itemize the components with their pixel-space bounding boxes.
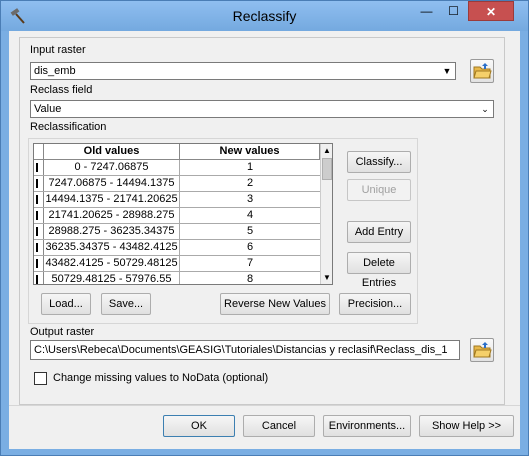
new-value-cell[interactable]: 2 bbox=[180, 176, 320, 191]
reclassify-dialog: Reclassify — ☐ ✕ Input raster dis_emb ▼ … bbox=[0, 0, 529, 456]
reclass-table[interactable]: Old values New values 0 - 7247.06875 1 7… bbox=[33, 143, 333, 285]
cancel-button[interactable]: Cancel bbox=[243, 415, 315, 437]
old-value-cell[interactable]: 36235.34375 - 43482.4125 bbox=[44, 240, 180, 255]
open-folder-icon bbox=[473, 63, 492, 79]
browse-output-button[interactable] bbox=[470, 338, 494, 362]
dialog-body: Input raster dis_emb ▼ Reclass field Val… bbox=[9, 31, 520, 449]
old-value-cell[interactable]: 28988.275 - 36235.34375 bbox=[44, 224, 180, 239]
classify-button[interactable]: Classify... bbox=[347, 151, 411, 173]
row-selector[interactable] bbox=[34, 176, 44, 191]
reclass-field-value: Value bbox=[34, 103, 62, 115]
nodata-checkbox[interactable] bbox=[34, 372, 47, 385]
table-row[interactable]: 36235.34375 - 43482.4125 6 bbox=[34, 240, 320, 256]
new-value-cell[interactable]: 3 bbox=[180, 192, 320, 207]
scroll-thumb[interactable] bbox=[322, 158, 332, 180]
old-value-cell[interactable]: 7247.06875 - 14494.1375 bbox=[44, 176, 180, 191]
input-raster-value: dis_emb bbox=[34, 65, 76, 77]
new-value-cell[interactable]: 5 bbox=[180, 224, 320, 239]
precision-button[interactable]: Precision... bbox=[339, 293, 411, 315]
open-folder-icon bbox=[473, 342, 492, 358]
row-selector[interactable] bbox=[34, 208, 44, 223]
reverse-new-values-button[interactable]: Reverse New Values bbox=[220, 293, 330, 315]
reclassification-label: Reclassification bbox=[30, 121, 107, 133]
show-help-button[interactable]: Show Help >> bbox=[419, 415, 514, 437]
row-header-corner bbox=[34, 144, 44, 160]
add-entry-button[interactable]: Add Entry bbox=[347, 221, 411, 243]
table-row[interactable]: 28988.275 - 36235.34375 5 bbox=[34, 224, 320, 240]
input-raster-combo[interactable]: dis_emb ▼ bbox=[30, 62, 456, 80]
maximize-button[interactable]: ☐ bbox=[440, 1, 467, 21]
old-value-cell[interactable]: 0 - 7247.06875 bbox=[44, 160, 180, 175]
table-row[interactable]: 21741.20625 - 28988.275 4 bbox=[34, 208, 320, 224]
row-selector[interactable] bbox=[34, 256, 44, 271]
scroll-down-icon[interactable]: ▼ bbox=[321, 271, 332, 284]
table-header: Old values New values bbox=[34, 144, 320, 160]
chevron-down-icon[interactable]: ⌄ bbox=[478, 102, 492, 116]
reclassification-group: Old values New values 0 - 7247.06875 1 7… bbox=[28, 138, 418, 324]
browse-input-button[interactable] bbox=[470, 59, 494, 83]
unique-button[interactable]: Unique bbox=[347, 179, 411, 201]
row-selector[interactable] bbox=[34, 224, 44, 239]
table-body: 0 - 7247.06875 1 7247.06875 - 14494.1375… bbox=[34, 160, 320, 284]
row-selector[interactable] bbox=[34, 240, 44, 255]
scroll-up-icon[interactable]: ▲ bbox=[321, 144, 332, 157]
new-value-cell[interactable]: 1 bbox=[180, 160, 320, 175]
table-scrollbar[interactable]: ▲ ▼ bbox=[320, 144, 332, 284]
reclass-field-combo[interactable]: Value ⌄ bbox=[30, 100, 494, 118]
output-raster-label: Output raster bbox=[30, 326, 95, 338]
table-row[interactable]: 14494.1375 - 21741.20625 3 bbox=[34, 192, 320, 208]
parameters-panel: Input raster dis_emb ▼ Reclass field Val… bbox=[19, 37, 505, 405]
row-selector[interactable] bbox=[34, 272, 44, 284]
row-selector[interactable] bbox=[34, 160, 44, 175]
table-row[interactable]: 43482.4125 - 50729.48125 7 bbox=[34, 256, 320, 272]
row-selector[interactable] bbox=[34, 192, 44, 207]
table-row[interactable]: 50729.48125 - 57976.55 8 bbox=[34, 272, 320, 284]
old-value-cell[interactable]: 43482.4125 - 50729.48125 bbox=[44, 256, 180, 271]
old-value-cell[interactable]: 50729.48125 - 57976.55 bbox=[44, 272, 180, 284]
new-value-cell[interactable]: 7 bbox=[180, 256, 320, 271]
close-button[interactable]: ✕ bbox=[468, 1, 514, 21]
load-button[interactable]: Load... bbox=[41, 293, 91, 315]
col-old-values[interactable]: Old values bbox=[44, 144, 180, 160]
save-button[interactable]: Save... bbox=[101, 293, 151, 315]
table-row[interactable]: 7247.06875 - 14494.1375 2 bbox=[34, 176, 320, 192]
title-bar: Reclassify — ☐ ✕ bbox=[1, 1, 528, 31]
new-value-cell[interactable]: 4 bbox=[180, 208, 320, 223]
chevron-down-icon[interactable]: ▼ bbox=[440, 64, 454, 78]
nodata-checkbox-label[interactable]: Change missing values to NoData (optiona… bbox=[53, 372, 268, 384]
delete-entries-button[interactable]: Delete Entries bbox=[347, 252, 411, 289]
minimize-button[interactable]: — bbox=[413, 1, 440, 21]
ok-button[interactable]: OK bbox=[163, 415, 235, 437]
footer-divider bbox=[9, 405, 520, 406]
environments-button[interactable]: Environments... bbox=[323, 415, 411, 437]
input-raster-label: Input raster bbox=[30, 44, 86, 56]
output-raster-field[interactable]: C:\Users\Rebeca\Documents\GEASIG\Tutoria… bbox=[30, 340, 460, 360]
new-value-cell[interactable]: 8 bbox=[180, 272, 320, 284]
old-value-cell[interactable]: 21741.20625 - 28988.275 bbox=[44, 208, 180, 223]
col-new-values[interactable]: New values bbox=[180, 144, 320, 160]
reclass-field-label: Reclass field bbox=[30, 84, 93, 96]
new-value-cell[interactable]: 6 bbox=[180, 240, 320, 255]
old-value-cell[interactable]: 14494.1375 - 21741.20625 bbox=[44, 192, 180, 207]
table-row[interactable]: 0 - 7247.06875 1 bbox=[34, 160, 320, 176]
